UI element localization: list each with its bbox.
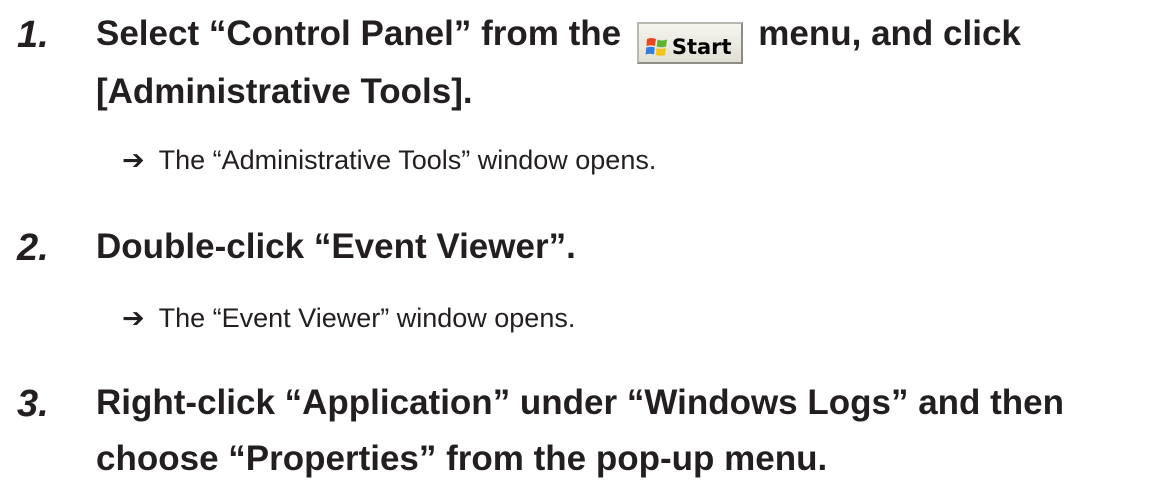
- instruction-text-line2: choose “Properties” from the pop-up menu…: [96, 439, 828, 478]
- instruction-text-line1: Right-click “Application” under “Windows…: [96, 383, 1065, 422]
- step-number: 2.: [17, 227, 49, 269]
- step-instruction: Right-click “Application” under “Windows…: [96, 375, 1166, 487]
- result-text: The “Event Viewer” window opens.: [158, 303, 576, 333]
- start-button-label: Start: [671, 35, 732, 59]
- instruction-text-after: menu, and click: [758, 14, 1021, 53]
- step-instruction: Select “Control Panel” from the Start me…: [96, 6, 1166, 120]
- result-arrow-icon: ➔: [122, 303, 145, 333]
- result-text: The “Administrative Tools” window opens.: [158, 145, 657, 175]
- result-arrow-icon: ➔: [122, 145, 145, 175]
- instruction-text-before: Select “Control Panel” from the: [96, 14, 622, 53]
- step-number: 3.: [17, 383, 49, 425]
- step-result: ➔ The “Event Viewer” window opens.: [122, 305, 575, 332]
- step-number: 1.: [17, 14, 49, 56]
- instruction-text-line2: [Administrative Tools].: [96, 72, 473, 111]
- step-result: ➔ The “Administrative Tools” window opens…: [122, 147, 656, 174]
- instruction-text: Double-click “Event Viewer”.: [96, 227, 576, 266]
- start-button: Start: [636, 22, 743, 64]
- windows-logo-icon: [645, 38, 667, 56]
- step-instruction: Double-click “Event Viewer”.: [96, 219, 1166, 275]
